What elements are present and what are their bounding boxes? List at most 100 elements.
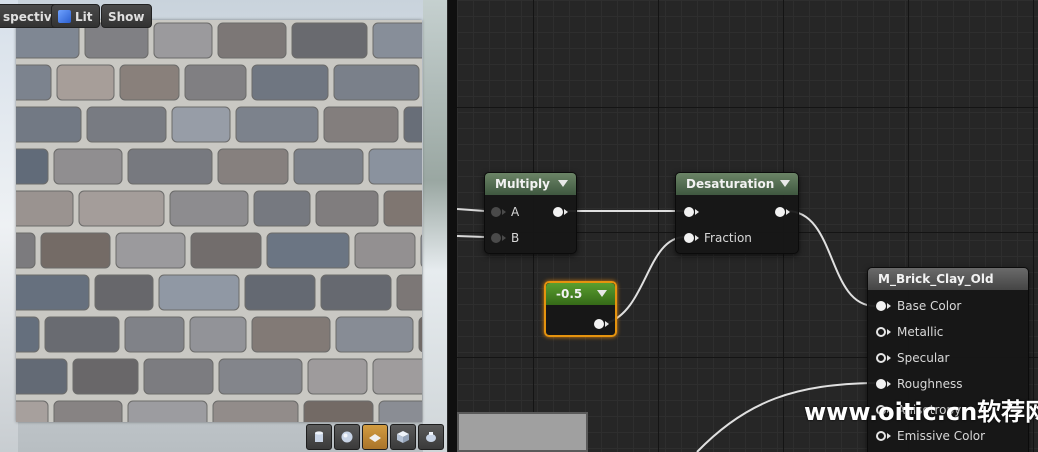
- constant-output[interactable]: [594, 314, 614, 334]
- pin-arrow-icon: [887, 381, 891, 387]
- constant-node-header[interactable]: -0.5: [546, 283, 615, 305]
- brick: [293, 148, 364, 185]
- pin-arrow-icon: [887, 355, 891, 361]
- brick: [153, 22, 213, 59]
- brick: [368, 148, 422, 185]
- input-pin-icon[interactable]: [876, 379, 886, 389]
- brick: [354, 232, 416, 269]
- brick: [335, 316, 414, 353]
- output-pin-icon[interactable]: [594, 319, 604, 329]
- brick: [143, 358, 214, 395]
- output-pin-icon[interactable]: [775, 207, 785, 217]
- pin-label: Base Color: [897, 299, 962, 313]
- panel-splitter[interactable]: [447, 0, 457, 452]
- input-pin-icon[interactable]: [876, 353, 886, 363]
- brick: [16, 274, 90, 311]
- show-button[interactable]: Show: [101, 4, 152, 28]
- pin-arrow-icon: [887, 303, 891, 309]
- collapse-arrow-icon[interactable]: [780, 180, 790, 187]
- brick: [53, 400, 123, 422]
- watermark-text: www.oitic.cn软荐网: [804, 398, 1038, 426]
- sphere-preview-button[interactable]: [334, 424, 360, 450]
- brick: [16, 190, 74, 227]
- multiply-node[interactable]: Multiply A B: [484, 172, 577, 254]
- brick: [251, 64, 329, 101]
- plane-preview-button[interactable]: [362, 424, 388, 450]
- input-pin-icon[interactable]: [876, 327, 886, 337]
- brick: [158, 274, 240, 311]
- cylinder-preview-button[interactable]: [306, 424, 332, 450]
- brick: [115, 232, 186, 269]
- material-graph-canvas[interactable]: Multiply A B Desaturation Fraction -0.5 …: [457, 0, 1038, 452]
- brick: [333, 64, 420, 101]
- plane-icon: [369, 434, 381, 442]
- desaturation-node[interactable]: Desaturation Fraction: [675, 172, 799, 254]
- desaturation-node-header[interactable]: Desaturation: [676, 173, 798, 195]
- constant-node-value: -0.5: [556, 287, 583, 301]
- material-node-title: M_Brick_Clay_Old: [878, 272, 994, 286]
- multiply-output[interactable]: [553, 202, 573, 222]
- input-pin-icon[interactable]: [684, 233, 694, 243]
- brick: [127, 400, 208, 422]
- collapse-arrow-icon[interactable]: [558, 180, 568, 187]
- pin-arrow-icon: [695, 209, 699, 215]
- brick: [16, 316, 40, 353]
- input-pin-icon[interactable]: [684, 207, 694, 217]
- brick: [56, 64, 115, 101]
- pin-label: Fraction: [704, 231, 752, 245]
- brick: [315, 190, 379, 227]
- input-pin-icon[interactable]: [491, 233, 501, 243]
- brick-texture: [16, 20, 422, 422]
- cylinder-icon: [315, 431, 323, 442]
- brick: [403, 106, 422, 143]
- brick: [16, 106, 82, 143]
- brick: [44, 316, 120, 353]
- pin-arrow-icon: [564, 209, 568, 215]
- cube-preview-button[interactable]: [390, 424, 416, 450]
- pin-label: A: [511, 205, 520, 219]
- pin-arrow-icon: [605, 321, 609, 327]
- pin-label: B: [511, 231, 520, 245]
- brick: [217, 22, 287, 59]
- pin-arrow-icon: [502, 235, 506, 241]
- pin-label: Emissive Color: [897, 429, 986, 443]
- custom-mesh-preview-button[interactable]: [418, 424, 444, 450]
- brick: [420, 234, 422, 267]
- texture-thumbnail-node[interactable]: [457, 412, 588, 452]
- brick: [266, 232, 350, 269]
- multiply-node-header[interactable]: Multiply: [485, 173, 576, 195]
- brick: [291, 22, 368, 59]
- brick: [124, 316, 185, 353]
- collapse-arrow-icon[interactable]: [597, 290, 607, 297]
- brick: [119, 64, 180, 101]
- brick: [16, 358, 68, 395]
- brick: [244, 274, 316, 311]
- brick: [307, 358, 368, 395]
- brick: [418, 316, 422, 353]
- brick: [323, 106, 399, 143]
- wire-in-b: [457, 235, 486, 238]
- brick: [86, 106, 167, 143]
- output-pin-icon[interactable]: [553, 207, 563, 217]
- wire-desaturation-to-basecolor: [786, 210, 876, 307]
- brick: [372, 22, 422, 59]
- input-pin-icon[interactable]: [876, 301, 886, 311]
- pin-arrow-icon: [887, 433, 891, 439]
- lit-button[interactable]: Lit: [51, 4, 100, 28]
- desaturation-output[interactable]: [775, 202, 795, 222]
- brick: [94, 274, 154, 311]
- pin-arrow-icon: [502, 209, 506, 215]
- material-node-header[interactable]: M_Brick_Clay_Old: [868, 268, 1028, 290]
- brick: [78, 190, 165, 227]
- pin-label: Roughness: [897, 377, 963, 391]
- brick: [372, 358, 422, 395]
- constant-node[interactable]: -0.5: [544, 281, 617, 337]
- input-pin-icon[interactable]: [876, 431, 886, 441]
- input-pin-icon[interactable]: [491, 207, 501, 217]
- brick: [184, 64, 247, 101]
- brick: [212, 400, 299, 422]
- brick: [218, 358, 303, 395]
- brick: [378, 400, 422, 422]
- brick: [190, 232, 262, 269]
- material-preview-viewport[interactable]: spective Lit Show: [0, 0, 447, 452]
